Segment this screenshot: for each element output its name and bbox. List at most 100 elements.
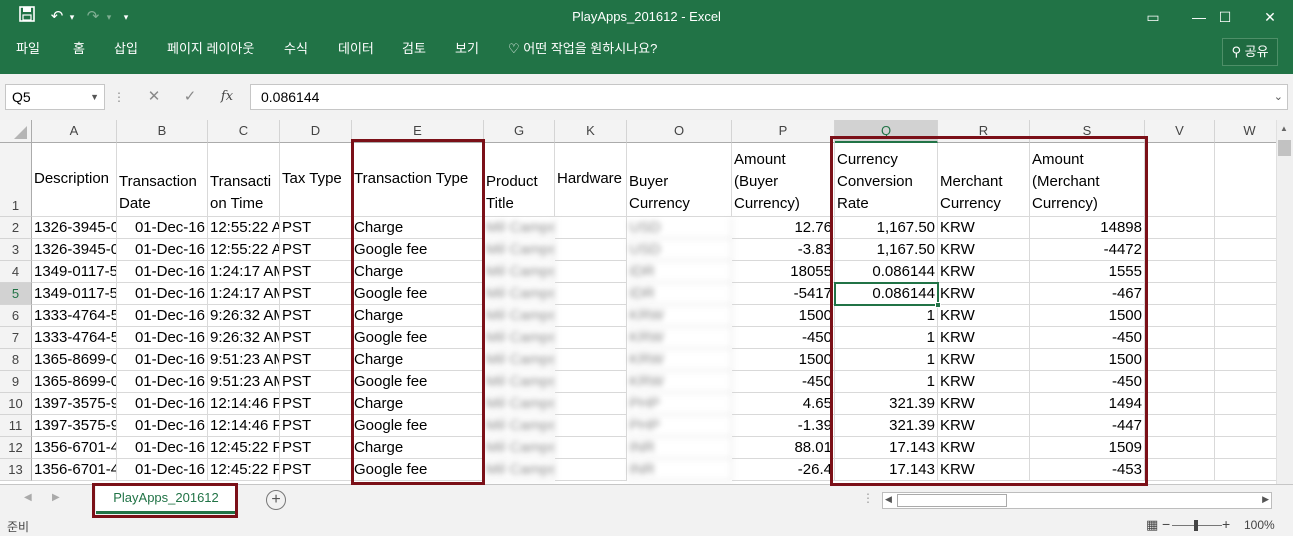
header-cell-v[interactable] xyxy=(1145,143,1215,217)
cell-v13[interactable] xyxy=(1145,459,1215,481)
cell-v4[interactable] xyxy=(1145,261,1215,283)
cell-q12[interactable]: 17.143 xyxy=(835,437,938,459)
cell-q10[interactable]: 321.39 xyxy=(835,393,938,415)
cell-w10[interactable] xyxy=(1215,393,1276,415)
vertical-scroll-thumb[interactable] xyxy=(1278,140,1291,156)
cell-w7[interactable] xyxy=(1215,327,1276,349)
row-header-11[interactable]: 11 xyxy=(0,415,32,437)
cell-k11[interactable] xyxy=(555,415,627,437)
cell-p7[interactable]: -450 xyxy=(732,327,835,349)
header-cell-b[interactable]: Transaction Date xyxy=(117,143,208,217)
cell-a4[interactable]: 1349-0117-5 xyxy=(32,261,117,283)
cell-c8[interactable]: 9:51:23 AM xyxy=(208,349,280,371)
cell-g5[interactable]: Mil Campsite/Aala-abcd xyxy=(484,283,555,305)
cell-g10[interactable]: Mil Campsite_Aaaa xyxy=(484,393,555,415)
cell-s6[interactable]: 1500 xyxy=(1030,305,1145,327)
chevron-down-icon[interactable]: ▼ xyxy=(90,85,99,109)
header-cell-g[interactable]: Product Title xyxy=(484,143,555,217)
cell-k7[interactable] xyxy=(555,327,627,349)
row-header-10[interactable]: 10 xyxy=(0,393,32,415)
column-header-s[interactable]: S xyxy=(1030,120,1145,143)
cell-v12[interactable] xyxy=(1145,437,1215,459)
cell-s7[interactable]: -450 xyxy=(1030,327,1145,349)
cell-d5[interactable]: PST xyxy=(280,283,352,305)
cell-k10[interactable] xyxy=(555,393,627,415)
cell-e7[interactable]: Google fee xyxy=(352,327,484,349)
header-cell-r[interactable]: Merchant Currency xyxy=(938,143,1030,217)
column-header-a[interactable]: A xyxy=(32,120,117,143)
horizontal-scroll-thumb[interactable] xyxy=(897,494,1007,507)
cell-e12[interactable]: Charge xyxy=(352,437,484,459)
cell-v11[interactable] xyxy=(1145,415,1215,437)
insert-function-icon[interactable]: fx xyxy=(214,84,240,110)
cell-d10[interactable]: PST xyxy=(280,393,352,415)
cell-r3[interactable]: KRW xyxy=(938,239,1030,261)
cell-a9[interactable]: 1365-8699-0 xyxy=(32,371,117,393)
page-layout-icon[interactable]: ▦ xyxy=(1146,517,1158,533)
cell-w5[interactable] xyxy=(1215,283,1276,305)
close-button[interactable]: ✕ xyxy=(1247,0,1293,34)
cell-g11[interactable]: Mil Campsite_Aaaa xyxy=(484,415,555,437)
header-cell-k[interactable]: Hardware xyxy=(555,143,627,217)
tab-data[interactable]: 데이터 xyxy=(338,34,374,64)
column-header-b[interactable]: B xyxy=(117,120,208,143)
cell-a2[interactable]: 1326-3945-0 xyxy=(32,217,117,239)
cell-r10[interactable]: KRW xyxy=(938,393,1030,415)
tab-page-layout[interactable]: 페이지 레이아웃 xyxy=(167,34,254,64)
cell-e4[interactable]: Charge xyxy=(352,261,484,283)
cell-o9[interactable]: KRW xyxy=(627,371,732,393)
cell-r4[interactable]: KRW xyxy=(938,261,1030,283)
row-header-5[interactable]: 5 xyxy=(0,283,32,305)
scroll-up-icon[interactable]: ▲ xyxy=(1280,124,1288,133)
cell-p4[interactable]: 18055 xyxy=(732,261,835,283)
cell-q11[interactable]: 321.39 xyxy=(835,415,938,437)
cell-c5[interactable]: 1:24:17 AM xyxy=(208,283,280,305)
cell-c6[interactable]: 9:26:32 AM xyxy=(208,305,280,327)
cell-q13[interactable]: 17.143 xyxy=(835,459,938,481)
cell-e8[interactable]: Charge xyxy=(352,349,484,371)
cell-p3[interactable]: -3.83 xyxy=(732,239,835,261)
column-header-e[interactable]: E xyxy=(352,120,484,143)
row-header-3[interactable]: 3 xyxy=(0,239,32,261)
cell-a12[interactable]: 1356-6701-4 xyxy=(32,437,117,459)
cell-w8[interactable] xyxy=(1215,349,1276,371)
cell-p12[interactable]: 88.01 xyxy=(732,437,835,459)
cell-q7[interactable]: 1 xyxy=(835,327,938,349)
column-header-r[interactable]: R xyxy=(938,120,1030,143)
header-cell-c[interactable]: Transacti on Time xyxy=(208,143,280,217)
cell-r2[interactable]: KRW xyxy=(938,217,1030,239)
cell-s2[interactable]: 14898 xyxy=(1030,217,1145,239)
fill-handle[interactable] xyxy=(935,302,941,308)
row-header-9[interactable]: 9 xyxy=(0,371,32,393)
next-sheet-icon[interactable]: ▶ xyxy=(52,492,60,503)
active-cell-cursor[interactable] xyxy=(834,282,941,308)
cell-c10[interactable]: 12:14:46 PM xyxy=(208,393,280,415)
cell-v9[interactable] xyxy=(1145,371,1215,393)
scroll-left-icon[interactable]: ◀ xyxy=(885,494,892,505)
tell-me-box[interactable]: ♡ 어떤 작업을 원하시나요? xyxy=(508,34,657,64)
cell-a8[interactable]: 1365-8699-0 xyxy=(32,349,117,371)
cell-d11[interactable]: PST xyxy=(280,415,352,437)
cell-o8[interactable]: KRW xyxy=(627,349,732,371)
column-header-p[interactable]: P xyxy=(732,120,835,143)
cell-k5[interactable] xyxy=(555,283,627,305)
row-header-6[interactable]: 6 xyxy=(0,305,32,327)
row-header-4[interactable]: 4 xyxy=(0,261,32,283)
column-header-v[interactable]: V xyxy=(1145,120,1215,143)
row-header-13[interactable]: 13 xyxy=(0,459,32,481)
cell-s12[interactable]: 1509 xyxy=(1030,437,1145,459)
cell-v10[interactable] xyxy=(1145,393,1215,415)
cell-w3[interactable] xyxy=(1215,239,1276,261)
cell-c4[interactable]: 1:24:17 AM xyxy=(208,261,280,283)
cell-b2[interactable]: 01-Dec-16 xyxy=(117,217,208,239)
header-cell-o[interactable]: Buyer Currency xyxy=(627,143,732,217)
cell-d8[interactable]: PST xyxy=(280,349,352,371)
cell-r12[interactable]: KRW xyxy=(938,437,1030,459)
cell-s13[interactable]: -453 xyxy=(1030,459,1145,481)
column-header-c[interactable]: C xyxy=(208,120,280,143)
column-header-k[interactable]: K xyxy=(555,120,627,143)
tab-home[interactable]: 홈 xyxy=(73,34,85,64)
tab-formulas[interactable]: 수식 xyxy=(284,34,308,64)
cell-r13[interactable]: KRW xyxy=(938,459,1030,481)
cell-o11[interactable]: PHP xyxy=(627,415,732,437)
